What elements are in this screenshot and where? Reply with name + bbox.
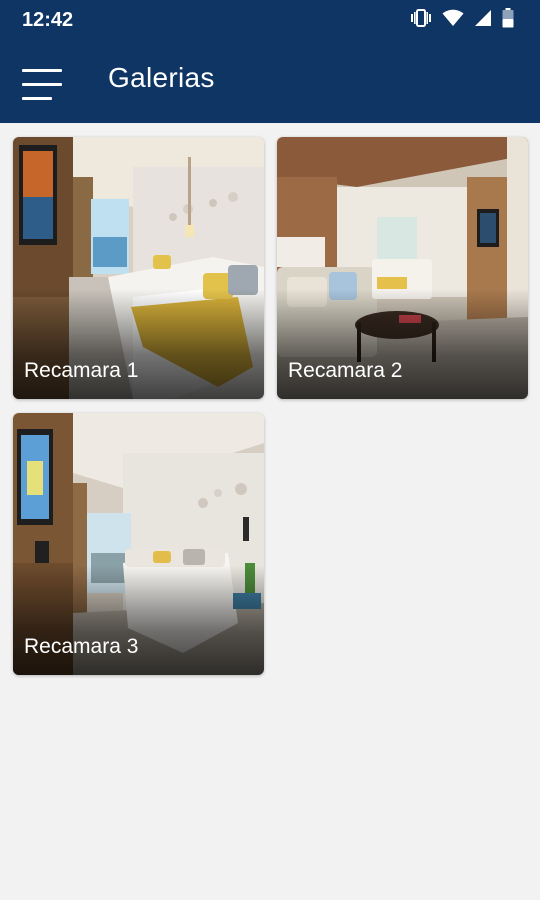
battery-icon bbox=[502, 8, 514, 33]
gallery-card-recamara-2[interactable]: Recamara 2 bbox=[277, 137, 528, 399]
toolbar: Galerias bbox=[0, 40, 540, 123]
wifi-icon bbox=[442, 9, 464, 32]
menu-button[interactable] bbox=[14, 58, 70, 106]
card-label: Recamara 3 bbox=[24, 635, 139, 658]
status-bar: 12:42 bbox=[0, 0, 540, 40]
status-time: 12:42 bbox=[22, 9, 74, 31]
signal-icon bbox=[474, 9, 492, 32]
gallery-card-recamara-3[interactable]: Recamara 3 bbox=[13, 413, 264, 675]
vibrate-icon bbox=[410, 8, 432, 33]
card-label: Recamara 2 bbox=[288, 359, 403, 382]
page-title: Galerias bbox=[108, 62, 215, 93]
app-bar: 12:42 Galerias bbox=[0, 0, 540, 123]
status-icons bbox=[410, 8, 514, 33]
card-label: Recamara 1 bbox=[24, 359, 139, 382]
gallery-card-recamara-1[interactable]: Recamara 1 bbox=[13, 137, 264, 399]
